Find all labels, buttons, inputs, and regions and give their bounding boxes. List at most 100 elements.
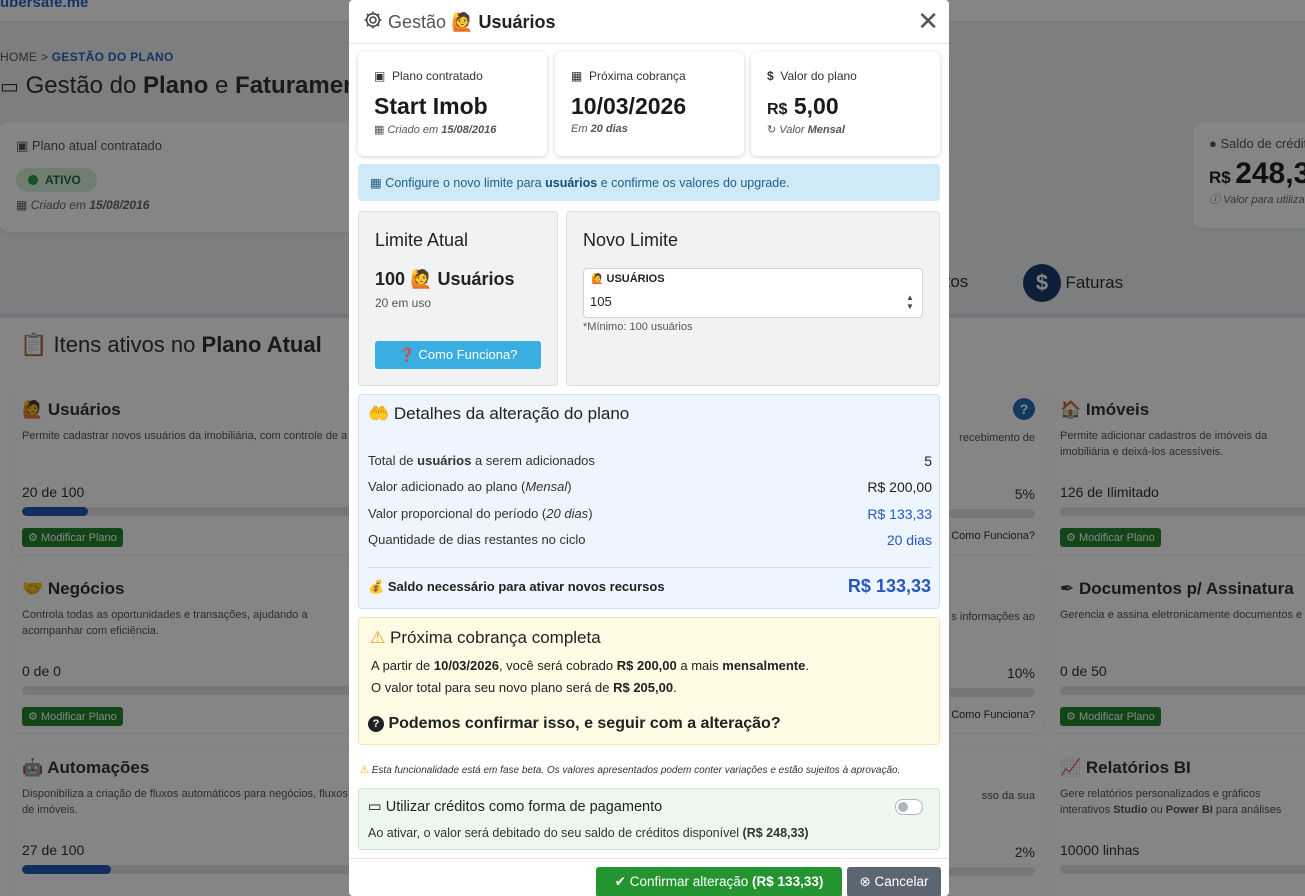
calendar-icon: ▦ bbox=[374, 124, 385, 136]
card-sub-bold: 15/08/2016 bbox=[441, 124, 497, 136]
cancel-button[interactable]: ⊗ Cancelar bbox=[847, 867, 941, 896]
w1g: . bbox=[805, 658, 809, 673]
new-limit-input[interactable] bbox=[590, 294, 890, 309]
number-spinner[interactable]: ▲ ▼ bbox=[904, 293, 916, 311]
card-plano-contratado: ▣ Plano contratado Start Imob ▦ Criado e… bbox=[358, 52, 547, 156]
info-alert-pre: Configure o novo limite para bbox=[385, 176, 546, 190]
current-limit-title: Limite Atual bbox=[375, 230, 469, 250]
chevron-up-icon[interactable]: ▲ bbox=[906, 293, 914, 302]
w2c: . bbox=[673, 680, 677, 695]
card-sub: ↻ Valor Mensal bbox=[767, 123, 924, 136]
person-raising-hand-icon: 🙋 bbox=[410, 269, 433, 289]
details-title: 🤲 Detalhes da alteração do plano bbox=[368, 404, 629, 424]
row-value: R$ 200,00 bbox=[867, 479, 932, 495]
row-pre: Valor proporcional do período ( bbox=[368, 506, 547, 521]
calculator-icon: ▦ bbox=[370, 176, 382, 190]
gear-icon bbox=[364, 11, 382, 29]
toggle-knob bbox=[898, 802, 908, 812]
row-italic: Mensal bbox=[525, 479, 568, 494]
x-circle-icon: ⊗ bbox=[859, 874, 871, 889]
person-raising-hand-icon: 🙋 bbox=[591, 274, 604, 285]
saldo-necessario-value: R$ 133,33 bbox=[847, 576, 931, 596]
confirm-question-text: Podemos confirmar isso, e seguir com a a… bbox=[388, 715, 781, 732]
warning-title-text: Próxima cobrança completa bbox=[389, 628, 601, 647]
new-limit-field-label-text: USUÁRIOS bbox=[606, 273, 665, 285]
card-value: R$ 5,00 bbox=[767, 93, 924, 120]
row-post: ) bbox=[567, 479, 572, 494]
beta-note: ⚠ Esta funcionalidade está em fase beta.… bbox=[360, 765, 900, 776]
card-label-text: Valor do plano bbox=[780, 69, 857, 83]
how-it-works-label: Como Funciona? bbox=[418, 347, 518, 362]
question-circle-icon: ? bbox=[368, 716, 384, 732]
w1d: R$ 200,00 bbox=[616, 658, 677, 673]
card-sub-bold: 20 dias bbox=[590, 123, 628, 135]
card-label-text: Plano contratado bbox=[392, 69, 483, 83]
warning-icon: ⚠ bbox=[370, 628, 386, 647]
w1e: a mais bbox=[676, 658, 723, 673]
confirm-label-pre: Confirmar alteração bbox=[629, 874, 753, 889]
cancel-label: Cancelar bbox=[874, 874, 929, 889]
current-limit-value: 100 🙋 Usuários bbox=[375, 269, 541, 290]
card-amount: 5,00 bbox=[793, 93, 839, 119]
next-billing-warning: ⚠ Próxima cobrança completa A partir de … bbox=[358, 617, 940, 745]
use-credits-sub-bold: (R$ 248,33) bbox=[742, 826, 809, 840]
close-button[interactable]: ✕ bbox=[917, 8, 939, 34]
close-icon: ✕ bbox=[917, 6, 939, 36]
question-circle-icon: ❓ bbox=[398, 347, 415, 362]
modal-gestao-usuarios: Gestão 🙋 Usuários ✕ ▣ Plano contratado S… bbox=[349, 0, 949, 896]
use-credits-toggle[interactable] bbox=[895, 799, 923, 815]
card-sub: ▦ Criado em 15/08/2016 bbox=[374, 123, 531, 136]
chevron-down-icon[interactable]: ▼ bbox=[906, 302, 914, 311]
details-row-total: Total de usuários a serem adicionados 5 bbox=[368, 453, 932, 469]
row-pre: Valor adicionado ao plano ( bbox=[368, 479, 526, 494]
calendar-icon: ▦ bbox=[571, 69, 583, 83]
card-sub-bold: Mensal bbox=[807, 124, 845, 136]
card-label: ▦ Próxima cobrança bbox=[571, 69, 728, 83]
details-row-dias: Quantidade de dias restantes no ciclo 20 … bbox=[368, 532, 932, 548]
details-title-text: Detalhes da alteração do plano bbox=[393, 404, 630, 423]
card-label-text: Próxima cobrança bbox=[589, 69, 686, 83]
confirm-change-button[interactable]: ✔ Confirmar alteração (R$ 133,33) bbox=[596, 867, 842, 896]
refresh-icon: ↻ bbox=[767, 124, 777, 136]
card-sub-pre: Criado em bbox=[387, 124, 442, 136]
w1f: mensalmente bbox=[722, 658, 806, 673]
row-italic: 20 dias bbox=[546, 506, 589, 521]
new-limit-field-label: 🙋 USUÁRIOS bbox=[591, 273, 665, 285]
w1b: 10/03/2026 bbox=[433, 658, 499, 673]
new-limit-box: Novo Limite 🙋 USUÁRIOS ▲▼ *Mínimo: 100 u… bbox=[566, 211, 940, 386]
card-sub-pre: Em bbox=[571, 123, 591, 135]
w1a: A partir de bbox=[371, 658, 434, 673]
beta-note-text: Esta funcionalidade está em fase beta. O… bbox=[371, 765, 901, 776]
modal-header: Gestão 🙋 Usuários ✕ bbox=[349, 0, 949, 44]
use-credits-title: ▭ Utilizar créditos como forma de pagame… bbox=[368, 799, 662, 815]
w2b: R$ 205,00 bbox=[613, 680, 674, 695]
current-limit-qty: 100 bbox=[375, 269, 406, 289]
new-limit-field: 🙋 USUÁRIOS ▲▼ bbox=[583, 268, 923, 318]
row-value: 5 bbox=[924, 453, 932, 469]
details-row-valor-proporcional: Valor proporcional do período (20 dias) R… bbox=[368, 506, 932, 522]
w2a: O valor total para seu novo plano será d… bbox=[371, 680, 614, 695]
plan-change-details: 🤲 Detalhes da alteração do plano Total d… bbox=[358, 394, 940, 609]
use-credits-title-text: Utilizar créditos como forma de pagament… bbox=[385, 799, 663, 815]
certificate-icon: ▣ bbox=[374, 69, 386, 83]
card-currency: R$ bbox=[767, 101, 788, 118]
warning-icon: ⚠ bbox=[360, 765, 369, 776]
warning-line-2: O valor total para seu novo plano será d… bbox=[371, 680, 677, 695]
use-credits-panel: ▭ Utilizar créditos como forma de pagame… bbox=[358, 788, 940, 850]
modal-title: Gestão 🙋 Usuários bbox=[363, 10, 556, 33]
row-bold: usuários bbox=[417, 453, 472, 468]
info-alert: ▦ Configure o novo limite para usuários … bbox=[358, 164, 940, 201]
credit-card-icon: ▭ bbox=[368, 799, 382, 815]
new-limit-hint: *Mínimo: 100 usuários bbox=[583, 321, 693, 333]
modal-footer: ✔ Confirmar alteração (R$ 133,33) ⊗ Canc… bbox=[349, 858, 949, 896]
use-credits-sub: Ao ativar, o valor será debitado do seu … bbox=[368, 826, 809, 840]
person-raising-hand-icon: 🙋 bbox=[451, 12, 474, 32]
info-alert-bold: usuários bbox=[545, 176, 598, 190]
current-limit-box: Limite Atual 100 🙋 Usuários 20 em uso ❓ … bbox=[358, 211, 558, 386]
saldo-necessario-label-text: Saldo necessário para ativar novos recur… bbox=[387, 579, 665, 594]
how-it-works-button[interactable]: ❓ Como Funciona? bbox=[375, 341, 541, 369]
dollar-icon: $ bbox=[767, 69, 774, 83]
row-pre: Quantidade de dias restantes no ciclo bbox=[368, 532, 586, 547]
row-post: a serem adicionados bbox=[471, 453, 595, 468]
row-value: R$ 133,33 bbox=[867, 506, 932, 522]
